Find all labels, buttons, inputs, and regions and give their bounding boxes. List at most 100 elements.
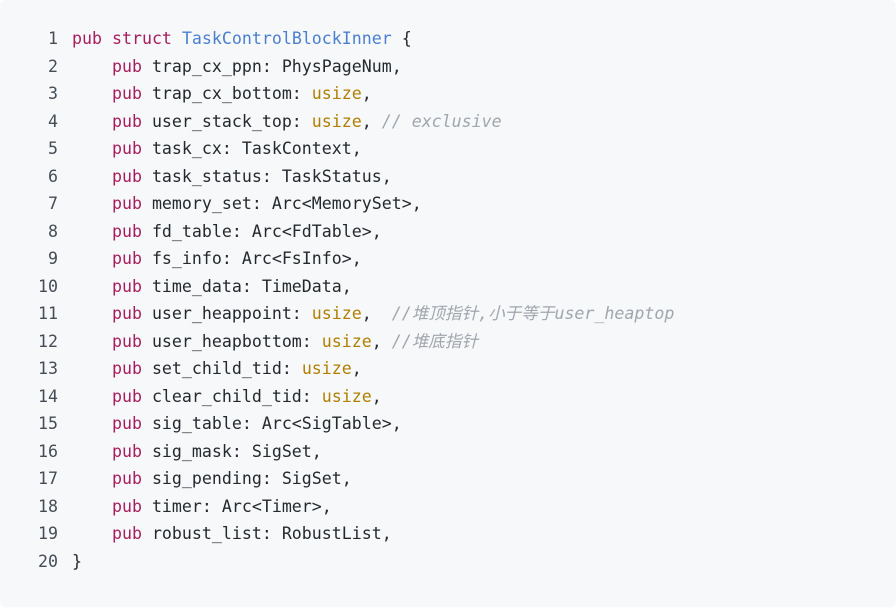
code-token: trap_cx_ppn: PhysPageNum, (141, 56, 402, 76)
keyword-token: pub (111, 331, 142, 351)
code-token: user_heappoint: (141, 304, 312, 323)
primitive-type-token: usize (321, 386, 372, 406)
line-number: 2 (48, 56, 58, 76)
code-line: 6 pub task_status: TaskStatus, (0, 163, 896, 191)
keyword-token: pub (111, 441, 142, 461)
line-number: 20 (38, 551, 58, 571)
comment-token: //堆顶指针,小于等于user_heaptop (391, 304, 675, 323)
code-token: sig_table: Arc<SigTable>, (141, 414, 402, 433)
keyword-token: struct (111, 29, 172, 48)
line-number: 4 (48, 111, 58, 131)
keyword-token: pub (111, 249, 142, 268)
code-token: , (361, 111, 382, 131)
code-token: , (371, 386, 382, 406)
line-number: 9 (48, 249, 58, 268)
code-token: sig_pending: SigSet, (141, 469, 352, 488)
line-number: 11 (38, 304, 58, 323)
keyword-token: pub (111, 496, 142, 516)
code-text: pub clear_child_tid: usize, (72, 383, 382, 411)
type-name-token: TaskControlBlockInner (181, 29, 392, 48)
code-text: pub fs_info: Arc<FsInfo>, (72, 245, 362, 273)
code-text: } (72, 548, 82, 576)
code-token: , (361, 304, 392, 323)
keyword-token: pub (111, 359, 142, 378)
line-number: 19 (38, 524, 58, 543)
keyword-token: pub (111, 84, 142, 103)
code-text: pub fd_table: Arc<FdTable>, (72, 218, 382, 246)
code-line: 15 pub sig_table: Arc<SigTable>, (0, 410, 896, 438)
code-text: pub user_stack_top: usize, // exclusive (72, 108, 502, 136)
code-line: 11 pub user_heappoint: usize, //堆顶指针,小于等… (0, 300, 896, 328)
code-line: 3 pub trap_cx_bottom: usize, (0, 80, 896, 108)
primitive-type-token: usize (301, 359, 352, 378)
keyword-token: pub (111, 111, 142, 131)
line-number: 1 (48, 29, 58, 48)
code-token: robust_list: RobustList, (141, 524, 392, 543)
code-token: trap_cx_bottom: (141, 84, 312, 103)
code-line: 7 pub memory_set: Arc<MemorySet>, (0, 190, 896, 218)
code-line: 14 pub clear_child_tid: usize, (0, 383, 896, 411)
code-token: fd_table: Arc<FdTable>, (141, 221, 382, 241)
code-token: task_status: TaskStatus, (141, 166, 392, 186)
code-token: fs_info: Arc<FsInfo>, (141, 249, 362, 268)
primitive-type-token: usize (311, 304, 362, 323)
code-lines: 1 pub struct TaskControlBlockInner {2 pub… (0, 25, 896, 575)
code-token: { (391, 29, 412, 48)
comment-token: //堆底指针 (391, 331, 479, 351)
code-text: pub struct TaskControlBlockInner { (72, 25, 412, 53)
line-number: 3 (48, 84, 58, 103)
code-text: pub memory_set: Arc<MemorySet>, (72, 190, 422, 218)
code-text: pub timer: Arc<Timer>, (72, 493, 332, 521)
code-line: 1 pub struct TaskControlBlockInner { (0, 25, 896, 53)
code-token: , (371, 331, 392, 351)
code-token: user_heapbottom: (141, 331, 322, 351)
code-text: pub robust_list: RobustList, (72, 520, 392, 548)
keyword-token: pub (111, 221, 142, 241)
code-line: 16 pub sig_mask: SigSet, (0, 438, 896, 466)
code-token: clear_child_tid: (141, 386, 322, 406)
code-line: 9 pub fs_info: Arc<FsInfo>, (0, 245, 896, 273)
code-line: 8 pub fd_table: Arc<FdTable>, (0, 218, 896, 246)
line-number: 8 (48, 221, 58, 241)
code-line: 17 pub sig_pending: SigSet, (0, 465, 896, 493)
code-text: pub task_cx: TaskContext, (72, 135, 362, 163)
code-text: pub user_heapbottom: usize, //堆底指针 (72, 328, 478, 356)
code-line: 2 pub trap_cx_ppn: PhysPageNum, (0, 53, 896, 81)
keyword-token: pub (111, 386, 142, 406)
code-text: pub sig_mask: SigSet, (72, 438, 322, 466)
line-number: 5 (48, 139, 58, 158)
code-token: } (72, 551, 82, 571)
keyword-token: pub (111, 524, 142, 543)
keyword-token: pub (111, 276, 142, 296)
line-number: 18 (38, 496, 58, 516)
primitive-type-token: usize (321, 331, 372, 351)
keyword-token: pub (111, 194, 142, 213)
code-block: 1 pub struct TaskControlBlockInner {2 pub… (0, 0, 896, 607)
comment-token: // exclusive (381, 111, 502, 131)
code-token: memory_set: Arc<MemorySet>, (141, 194, 422, 213)
code-token: task_cx: TaskContext, (141, 139, 362, 158)
code-line: 20} (0, 548, 896, 576)
keyword-token: pub (111, 139, 142, 158)
code-text: pub sig_pending: SigSet, (72, 465, 352, 493)
code-token: user_stack_top: (141, 111, 312, 131)
line-number: 13 (38, 359, 58, 378)
keyword-token: pub (111, 304, 142, 323)
code-line: 10 pub time_data: TimeData, (0, 273, 896, 301)
code-text: pub time_data: TimeData, (72, 273, 352, 301)
code-text: pub trap_cx_bottom: usize, (72, 80, 372, 108)
